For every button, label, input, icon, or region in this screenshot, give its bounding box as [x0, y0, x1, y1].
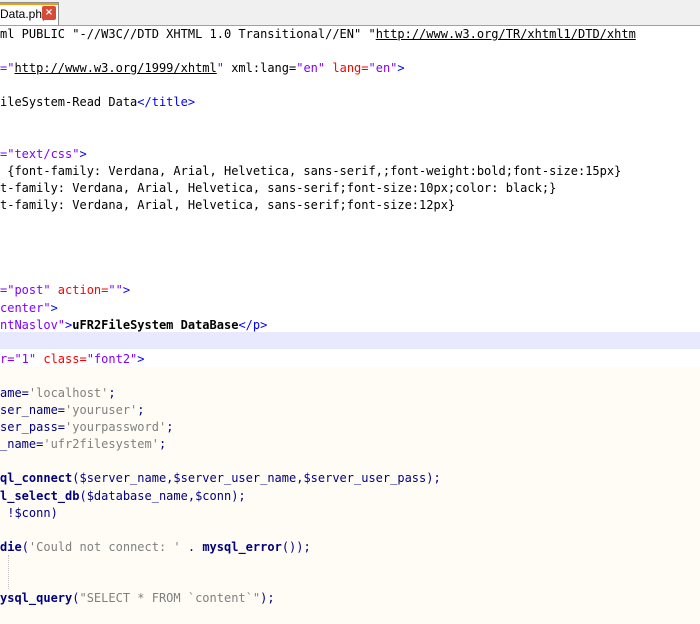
code-token: ="text/css"	[0, 146, 80, 161]
code-line[interactable]: ="post" action="">	[0, 282, 636, 299]
code-token: "font2"	[86, 351, 138, 366]
code-token: >	[397, 61, 405, 76]
code-token: ser_pass=	[0, 420, 66, 435]
code-token: ;	[108, 385, 116, 400]
code-token: http://www.w3.org/TR/xhtml1/DTD/xhtm	[375, 27, 636, 41]
code-token: "	[216, 61, 224, 76]
code-token: r="1"	[0, 351, 37, 366]
code-token: _name=	[0, 437, 44, 452]
code-line[interactable]	[0, 214, 636, 231]
code-token: ntNaslov"	[0, 317, 66, 332]
code-line[interactable]	[0, 231, 636, 248]
code-line[interactable]	[0, 368, 636, 385]
code-line[interactable]: center">	[0, 300, 636, 317]
code-token: ());	[281, 539, 311, 554]
code-token: ql_connect	[0, 471, 73, 486]
code-token: {font-family: Verdana, Arial, Helvetica,…	[0, 163, 622, 178]
code-token: uFR2FileSystem DataBase	[72, 317, 239, 332]
code-token: ="post"	[0, 283, 51, 298]
code-line[interactable]	[0, 607, 636, 624]
code-line[interactable]	[0, 111, 636, 128]
code-line[interactable]: ser_name='youruser';	[0, 402, 636, 419]
tab-data-php[interactable]: Data.php ×	[0, 2, 59, 25]
code-token: 'yourpassword'	[65, 420, 167, 435]
code-token: 'Could not connect: '	[28, 539, 181, 554]
code-line[interactable]	[0, 453, 636, 470]
code-line[interactable]	[0, 43, 636, 60]
code-line[interactable]: {font-family: Verdana, Arial, Helvetica,…	[0, 163, 636, 180]
code-line[interactable]: ysql_query("SELECT * FROM `content`");	[0, 590, 636, 607]
code-line[interactable]	[0, 77, 636, 94]
code-token: (	[21, 539, 29, 554]
code-line[interactable]: ileSystem-Read Data</title>	[0, 94, 636, 111]
close-icon[interactable]: ×	[42, 6, 56, 20]
code-token: die	[0, 539, 22, 554]
code-token: ml PUBLIC "-//W3C//DTD XHTML 1.0 Transit…	[0, 27, 369, 41]
code-line[interactable]: ="text/css">	[0, 146, 636, 163]
code-line[interactable]: ml PUBLIC "-//W3C//DTD XHTML 1.0 Transit…	[0, 26, 636, 43]
code-line[interactable]: l_select_db($database_name,$conn);	[0, 488, 636, 505]
code-token: mysql_error	[202, 539, 282, 554]
code-token: t-family: Verdana, Arial, Helvetica, san…	[0, 197, 456, 212]
code-token: >	[79, 146, 87, 161]
code-line[interactable]	[0, 522, 636, 539]
code-line[interactable]: ="http://www.w3.org/1999/xhtml" xml:lang…	[0, 60, 636, 77]
code-token: xml:lang=	[223, 61, 297, 76]
code-token: action=	[50, 283, 109, 298]
code-line[interactable]	[0, 248, 636, 265]
code-line[interactable]	[0, 129, 636, 146]
code-token: .	[180, 539, 203, 554]
code-token: !$conn)	[0, 505, 58, 520]
code-token: );	[260, 591, 275, 606]
code-token: ""	[108, 283, 123, 298]
code-line[interactable]	[0, 556, 636, 573]
code-token: >	[122, 283, 131, 298]
code-line[interactable]: !$conn)	[0, 505, 636, 522]
code-token: 'localhost'	[28, 385, 109, 400]
code-token: ($database_name,$conn);	[79, 488, 246, 503]
code-text[interactable]: ml PUBLIC "-//W3C//DTD XHTML 1.0 Transit…	[0, 26, 636, 624]
code-token: ="	[0, 61, 15, 76]
code-token: >	[50, 300, 58, 315]
code-token: http://www.w3.org/1999/xhtml	[14, 61, 217, 76]
code-token: </p>	[238, 317, 268, 332]
code-token: </title>	[137, 95, 196, 110]
code-token: 'ufr2filesystem'	[43, 437, 159, 452]
code-token: class=	[36, 351, 87, 366]
code-editor[interactable]: ml PUBLIC "-//W3C//DTD XHTML 1.0 Transit…	[0, 26, 700, 624]
code-token: 'youruser'	[65, 403, 138, 418]
code-line[interactable]: ame='localhost';	[0, 385, 636, 402]
code-line[interactable]	[0, 334, 636, 351]
code-token: center"	[0, 300, 51, 315]
code-token: ileSystem-Read Data	[0, 95, 138, 110]
code-token: ysql_query	[0, 591, 73, 606]
code-token: "	[368, 27, 376, 41]
code-line[interactable]: ntNaslov">uFR2FileSystem DataBase</p>	[0, 317, 636, 334]
code-line[interactable]: die('Could not connect: ' . mysql_error(…	[0, 539, 636, 556]
code-line[interactable]: r="1" class="font2">	[0, 351, 636, 368]
code-token: ser_name=	[0, 403, 66, 418]
code-token: "en"	[368, 61, 398, 76]
code-line[interactable]: ser_pass='yourpassword';	[0, 419, 636, 436]
code-token: l_select_db	[0, 488, 80, 503]
code-line[interactable]: ql_connect($server_name,$server_user_nam…	[0, 470, 636, 487]
code-token: ;	[137, 403, 145, 418]
code-token: >	[137, 351, 145, 366]
code-line[interactable]	[0, 265, 636, 282]
code-token: t-family: Verdana, Arial, Helvetica, san…	[0, 180, 557, 195]
code-line[interactable]: _name='ufr2filesystem';	[0, 436, 636, 453]
code-token: ;	[166, 420, 174, 435]
tab-active-indicator	[0, 3, 58, 5]
code-line[interactable]	[0, 573, 636, 590]
code-line[interactable]: t-family: Verdana, Arial, Helvetica, san…	[0, 197, 636, 214]
code-token: ($server_name,$server_user_name,$server_…	[72, 471, 441, 486]
code-token: "SELECT * FROM `content`"	[79, 591, 261, 606]
code-token: lang=	[325, 61, 369, 76]
code-token: ;	[158, 437, 167, 452]
code-token: ame=	[0, 385, 29, 400]
code-token: "en"	[296, 61, 326, 76]
code-line[interactable]: t-family: Verdana, Arial, Helvetica, san…	[0, 180, 636, 197]
tab-bar: Data.php ×	[0, 0, 700, 26]
